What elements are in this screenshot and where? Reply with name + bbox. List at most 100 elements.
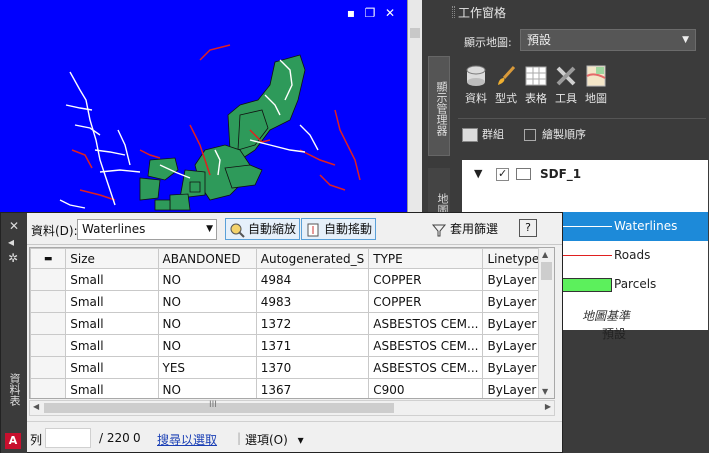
table-cell[interactable]: 1367 — [255, 378, 370, 398]
data-table-window: ✕ ◂ ✲ 資料表 A 資料(D): Waterlines ▼ 自動縮放 自動搖… — [0, 212, 563, 453]
table-cell[interactable]: Small — [65, 312, 159, 335]
row-header[interactable] — [30, 334, 67, 357]
draw-order-label: 繪製順序 — [542, 128, 586, 141]
group-button[interactable]: 群組 — [462, 126, 504, 142]
table-cell[interactable]: COPPER — [368, 290, 484, 313]
search-to-select-link[interactable]: 搜尋以選取 — [157, 431, 217, 448]
scroll-up-icon[interactable]: ▲ — [542, 250, 548, 259]
restore-icon[interactable]: ❐ — [364, 7, 376, 19]
table-cell[interactable]: 1370 — [255, 356, 370, 379]
table-cell[interactable]: COPPER — [368, 268, 484, 291]
close-icon[interactable]: ✕ — [384, 7, 396, 19]
table-cell[interactable]: Small — [65, 356, 159, 379]
attribute-grid[interactable]: ▬ Size ABANDONED Autogenerated_S TYPE Li… — [29, 247, 555, 399]
column-header[interactable]: Autogenerated_S — [255, 248, 370, 269]
data-source-value: Waterlines — [82, 222, 146, 236]
table-cell[interactable]: NO — [157, 312, 257, 335]
table-cell[interactable]: ASBESTOS CEM... — [368, 356, 484, 379]
data-source-label: 資料(D): — [31, 224, 78, 238]
table-cell[interactable]: YES — [157, 356, 257, 379]
table-cell[interactable]: NO — [157, 334, 257, 357]
style-button[interactable]: 型式 — [492, 64, 520, 106]
group-visibility-checkbox[interactable]: ✓ — [496, 167, 509, 181]
column-header[interactable]: Size — [65, 248, 159, 269]
table-button[interactable]: 表格 — [522, 64, 550, 106]
table-cell[interactable]: Small — [65, 334, 159, 357]
table-row[interactable]: Small NO 1371 ASBESTOS CEM... ByLayer — [30, 334, 554, 357]
auto-zoom-label: 自動縮放 — [248, 222, 297, 236]
minimize-icon[interactable]: ▪ — [345, 7, 357, 19]
scrollbar-thumb[interactable] — [410, 28, 420, 38]
auto-hide-icon[interactable]: ◂ — [8, 235, 14, 249]
table-cell[interactable]: 4983 — [255, 290, 370, 313]
row-header[interactable] — [30, 378, 67, 398]
chevron-down-icon[interactable]: ▼ — [474, 167, 482, 180]
table-cell[interactable]: Small — [65, 268, 159, 291]
table-icon — [525, 66, 547, 86]
display-map-dropdown[interactable]: 預設 ▼ — [520, 29, 696, 51]
layer-name: Parcels — [614, 277, 657, 291]
group-icon — [462, 128, 478, 142]
data-table-sidebar: ✕ ◂ ✲ 資料表 A — [1, 213, 27, 453]
apply-filter-button[interactable]: 套用篩選 — [427, 218, 502, 240]
table-header-row: ▬ Size ABANDONED Autogenerated_S TYPE Li… — [30, 248, 554, 269]
row-header[interactable] — [30, 290, 67, 313]
table-cell[interactable]: Small — [65, 290, 159, 313]
table-cell[interactable]: C900 — [368, 378, 484, 398]
draw-order-button[interactable]: 繪製順序 — [524, 126, 586, 142]
table-row[interactable]: Small NO 1372 ASBESTOS CEM... ByLayer — [30, 312, 554, 335]
row-number-input[interactable] — [45, 428, 91, 448]
row-label: 列 — [30, 433, 43, 447]
apply-filter-label: 套用篩選 — [450, 222, 499, 236]
chevron-down-icon: ▼ — [682, 35, 689, 45]
scrollbar-thumb[interactable]: III — [44, 400, 394, 413]
data-source-dropdown[interactable]: Waterlines ▼ — [77, 219, 217, 240]
data-table-content: 資料(D): Waterlines ▼ 自動縮放 自動搖動 套用篩選 ? ▬ S… — [27, 213, 562, 452]
app-logo: A — [5, 433, 21, 449]
table-cell[interactable]: ASBESTOS CEM... — [368, 334, 484, 357]
map-base-value: 預設 — [602, 327, 627, 341]
scroll-down-icon[interactable]: ▼ — [542, 387, 548, 396]
table-row[interactable]: Small NO 4984 COPPER ByLayer — [30, 268, 554, 291]
table-cell[interactable]: 1371 — [255, 334, 370, 357]
row-header[interactable] — [30, 356, 67, 379]
auto-pan-button[interactable]: 自動搖動 — [301, 218, 377, 240]
row-header[interactable] — [30, 312, 67, 335]
grid-horizontal-scrollbar[interactable]: ◀ III ▶ — [29, 400, 555, 416]
auto-zoom-button[interactable]: 自動縮放 — [225, 218, 301, 240]
table-cell[interactable]: ASBESTOS CEM... — [368, 312, 484, 335]
table-cell[interactable]: Small — [65, 378, 159, 398]
scroll-right-icon[interactable]: ▶ — [545, 402, 551, 411]
table-cell[interactable]: NO — [157, 378, 257, 398]
table-cell[interactable]: NO — [157, 290, 257, 313]
table-cell[interactable]: 1372 — [255, 312, 370, 335]
chevron-down-icon: ▼ — [206, 224, 213, 234]
column-header[interactable]: ABANDONED — [157, 248, 257, 269]
scrollbar-thumb[interactable] — [541, 262, 552, 280]
row-total: / 220 — [99, 431, 130, 445]
layer-group-row[interactable]: ▼ ✓ SDF_1 — [462, 160, 708, 189]
table-row[interactable]: Small NO 4983 COPPER ByLayer — [30, 290, 554, 313]
row-header-corner[interactable]: ▬ — [30, 248, 67, 269]
data-button[interactable]: 資料 — [462, 64, 490, 106]
parcels-layer — [139, 54, 306, 211]
column-header[interactable]: TYPE — [368, 248, 484, 269]
grid-vertical-scrollbar[interactable]: ▲ ▼ — [538, 248, 554, 398]
group-button-label: 群組 — [482, 128, 504, 141]
settings-icon[interactable]: ✲ — [8, 251, 18, 265]
table-row[interactable]: Small NO 1367 C900 ByLayer — [30, 378, 554, 398]
grip-handle[interactable] — [452, 6, 455, 18]
tools-button[interactable]: 工具 — [552, 64, 580, 106]
table-cell[interactable]: NO — [157, 268, 257, 291]
table-cell[interactable]: 4984 — [255, 268, 370, 291]
row-header[interactable] — [30, 268, 67, 291]
scroll-left-icon[interactable]: ◀ — [33, 402, 39, 411]
options-menu[interactable]: 選項(O) ▾ — [245, 431, 304, 448]
close-icon[interactable]: ✕ — [9, 219, 19, 233]
table-row[interactable]: Small YES 1370 ASBESTOS CEM... ByLayer — [30, 356, 554, 379]
map-button[interactable]: 地圖 — [582, 64, 610, 106]
task-pane-title: 工作窗格 — [458, 6, 507, 20]
display-map-label: 顯示地圖: — [464, 36, 512, 49]
tab-display-manager[interactable]: 顯示管理器 — [428, 56, 450, 156]
help-button[interactable]: ? — [519, 219, 537, 237]
